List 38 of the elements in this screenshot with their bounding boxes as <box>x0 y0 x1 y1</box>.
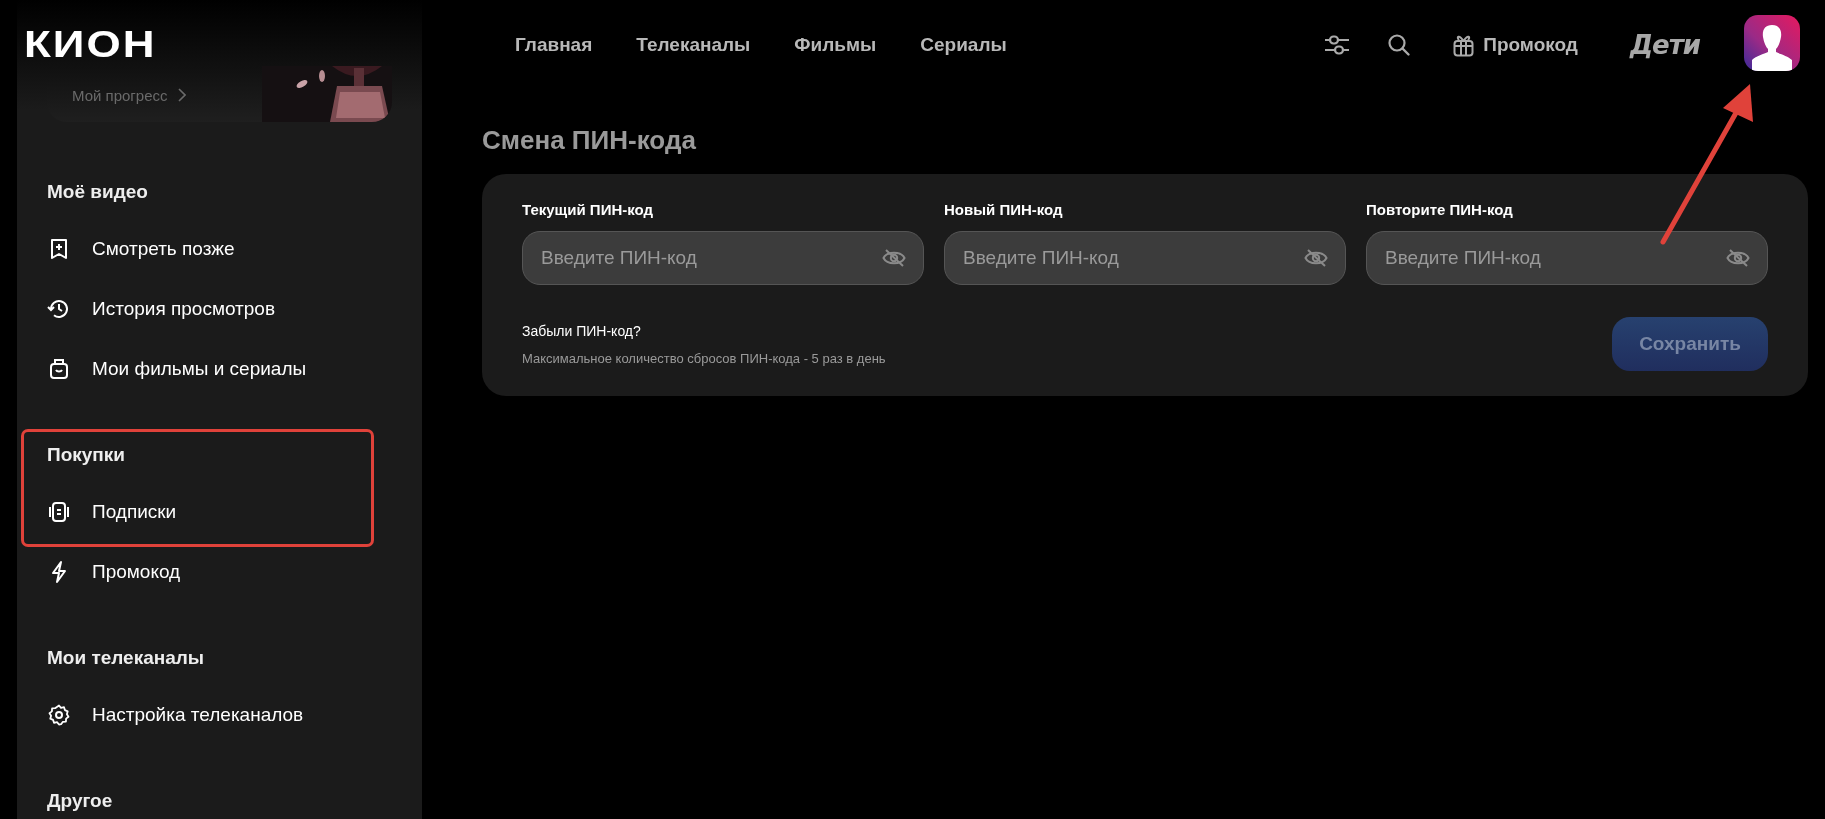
pin-input-field[interactable]: Введите ПИН-код <box>944 231 1346 285</box>
filter-icon[interactable] <box>1324 32 1351 58</box>
bag-icon <box>47 357 71 381</box>
chevron-icon <box>177 88 186 102</box>
section-heading: Покупки <box>47 443 125 467</box>
reset-limit-note: Максимальное количество сбросов ПИН-кода - 5 раз в день <box>522 350 886 366</box>
nav-link[interactable]: Фильмы <box>794 34 877 56</box>
forgot-pin-link[interactable]: Забыли ПИН-код? <box>522 322 886 339</box>
pin-input-field[interactable]: Введите ПИН-код <box>1366 231 1768 285</box>
card-stack-icon <box>47 500 71 524</box>
clock-history-icon <box>47 297 71 321</box>
nav-link[interactable]: Главная <box>515 34 593 56</box>
pin-input-field[interactable]: Введите ПИН-код <box>522 231 924 285</box>
search-icon[interactable] <box>1387 33 1412 57</box>
menu-item[interactable]: Подписки <box>47 482 422 542</box>
menu-item[interactable]: Промокод <box>47 542 422 602</box>
eye-off-icon[interactable] <box>1726 248 1750 268</box>
menu-item[interactable]: История просмотров <box>47 279 422 339</box>
menu-item[interactable]: Настройка телеканалов <box>47 685 422 745</box>
page-title: Смена ПИН-кода <box>482 125 696 155</box>
field-label: Повторите ПИН-код <box>1366 200 1514 220</box>
section-heading: Моё видео <box>47 180 148 204</box>
eye-off-icon[interactable] <box>882 248 906 268</box>
eye-off-icon[interactable] <box>1304 248 1328 268</box>
menu-item[interactable]: Мои фильмы и сериалы <box>47 339 422 399</box>
menu-item[interactable]: Смотреть позже <box>47 219 422 279</box>
section-heading: Другое <box>47 789 113 813</box>
gift-icon <box>1453 33 1475 57</box>
nav-link[interactable]: Сериалы <box>920 34 1007 56</box>
avatar-icon[interactable] <box>1744 15 1800 71</box>
promo-link[interactable]: Промокод <box>1453 33 1578 57</box>
settings-icon <box>47 703 71 727</box>
field-label: Новый ПИН-код <box>944 200 1064 220</box>
kids-logo[interactable]: Дети <box>1629 30 1700 60</box>
section-heading: Мои телеканалы <box>47 646 205 670</box>
logo[interactable]: КИОН <box>24 27 157 61</box>
field-label: Текущий ПИН-код <box>522 200 655 220</box>
nav-link[interactable]: Телеканалы <box>636 34 751 56</box>
